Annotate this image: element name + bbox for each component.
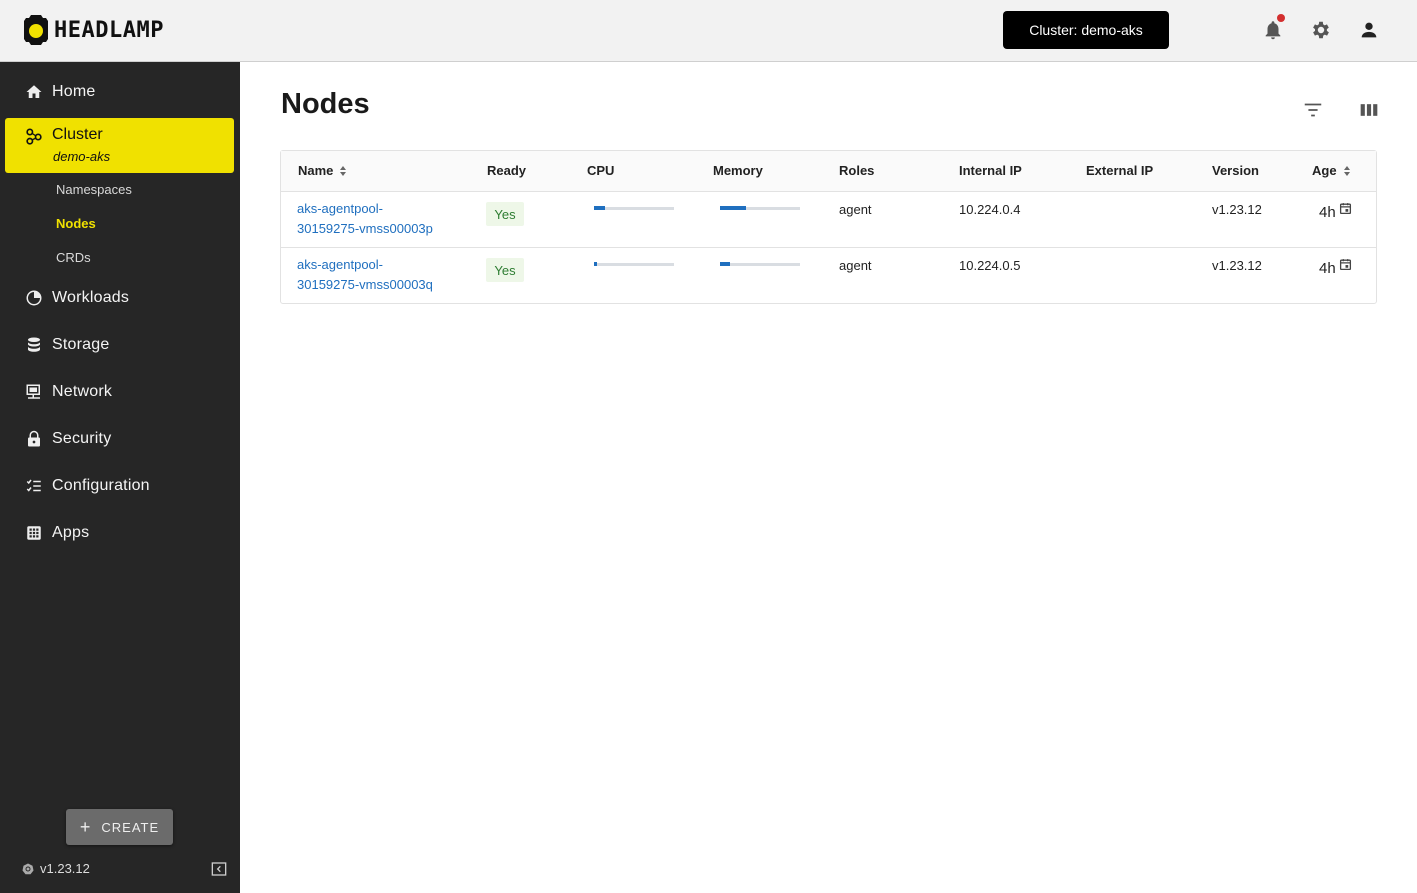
column-label: Name	[298, 163, 334, 178]
sort-icon	[340, 165, 347, 176]
node-roles: agent	[839, 202, 872, 217]
gear-icon	[1313, 21, 1329, 39]
column-header-age[interactable]: Age	[1312, 163, 1351, 178]
column-header-ready[interactable]: Ready	[487, 163, 526, 178]
sidebar-item-cluster[interactable]: Cluster demo-aks	[5, 118, 234, 173]
user-menu-button[interactable]	[1356, 17, 1382, 43]
cluster-name: demo-aks	[53, 149, 111, 164]
column-header-external-ip[interactable]: External IP	[1086, 163, 1153, 178]
sidebar-item-apps[interactable]: Apps	[0, 513, 240, 553]
ready-badge: Yes	[486, 258, 524, 282]
node-age-value: 4h	[1319, 204, 1336, 221]
plus-icon: +	[79, 817, 92, 837]
node-internal-ip: 10.224.0.4	[959, 202, 1021, 217]
nodes-table: Name Ready CPU Memory Roles Internal IP …	[280, 150, 1377, 304]
node-name-link[interactable]: aks-agentpool- 30159275-vmss00003p	[297, 199, 433, 239]
sidebar-item-label: Storage	[52, 336, 110, 353]
node-name-line: aks-agentpool-	[297, 201, 383, 216]
table-header: Name Ready CPU Memory Roles Internal IP …	[281, 151, 1376, 192]
sidebar-item-label: Home	[52, 83, 96, 100]
filter-button[interactable]	[1302, 100, 1324, 120]
cpu-usage-bar	[594, 206, 674, 210]
notification-dot	[1277, 14, 1285, 22]
cpu-usage-fill	[594, 262, 598, 266]
sidebar-item-label: Configuration	[52, 477, 150, 494]
home-icon	[24, 82, 44, 102]
node-age: 4h	[1319, 258, 1352, 277]
memory-usage-fill	[720, 206, 747, 210]
column-header-memory[interactable]: Memory	[713, 163, 763, 178]
node-age-value: 4h	[1319, 260, 1336, 277]
lock-icon	[24, 429, 44, 449]
columns-button[interactable]	[1359, 100, 1381, 120]
create-label: CREATE	[101, 819, 160, 835]
kubernetes-icon	[22, 863, 34, 874]
bell-icon	[1265, 21, 1281, 40]
calendar-icon	[1339, 203, 1351, 215]
node-version: v1.23.12	[1212, 202, 1262, 217]
sidebar-subitem-nodes[interactable]: Nodes	[56, 216, 96, 231]
create-button[interactable]: + CREATE	[66, 809, 173, 845]
memory-usage-bar	[720, 262, 800, 266]
sort-icon	[1343, 165, 1350, 176]
column-header-roles[interactable]: Roles	[839, 163, 874, 178]
column-header-name[interactable]: Name	[298, 163, 347, 178]
version-info: v1.23.12	[22, 861, 90, 876]
cpu-usage-bar	[594, 262, 674, 266]
column-label: Age	[1312, 163, 1337, 178]
sidebar-item-configuration[interactable]: Configuration	[0, 466, 240, 506]
sidebar-item-network[interactable]: Network	[0, 372, 240, 412]
sidebar-item-workloads[interactable]: Workloads	[0, 278, 240, 318]
headlamp-logo[interactable]: HEADLAMP	[22, 13, 164, 47]
sidebar-subitem-namespaces[interactable]: Namespaces	[56, 182, 132, 197]
page-title: Nodes	[281, 88, 370, 120]
node-version: v1.23.12	[1212, 258, 1262, 273]
node-name-line: aks-agentpool-	[297, 257, 383, 272]
collapse-sidebar-button[interactable]	[211, 861, 227, 877]
memory-usage-bar	[720, 206, 800, 210]
node-internal-ip: 10.224.0.5	[959, 258, 1021, 273]
sidebar-item-security[interactable]: Security	[0, 419, 240, 459]
workloads-icon	[24, 288, 44, 308]
storage-icon	[24, 335, 44, 355]
cluster-selector-button[interactable]: Cluster: demo-aks	[1003, 11, 1169, 49]
sidebar-item-label: Apps	[52, 524, 90, 541]
node-name-line: 30159275-vmss00003q	[297, 277, 433, 292]
columns-icon	[1360, 104, 1378, 116]
settings-button[interactable]	[1308, 17, 1334, 43]
column-header-cpu[interactable]: CPU	[587, 163, 614, 178]
column-header-version[interactable]: Version	[1212, 163, 1259, 178]
sidebar-item-label: Cluster	[52, 126, 103, 143]
sidebar-item-label: Network	[52, 383, 113, 400]
node-name-line: 30159275-vmss00003p	[297, 221, 433, 236]
apps-icon	[24, 523, 44, 543]
table-row: aks-agentpool- 30159275-vmss00003p Yes a…	[281, 192, 1376, 248]
calendar-icon	[1339, 259, 1351, 271]
version-text: v1.23.12	[40, 861, 90, 876]
sidebar-item-label: Workloads	[52, 289, 130, 306]
sidebar-item-storage[interactable]: Storage	[0, 325, 240, 365]
filter-icon	[1304, 103, 1322, 117]
ready-badge: Yes	[486, 202, 524, 226]
sidebar-item-label: Security	[52, 430, 112, 447]
logo-text: HEADLAMP	[54, 17, 164, 43]
top-bar: HEADLAMP Cluster: demo-aks	[0, 0, 1417, 62]
sidebar-subitem-crds[interactable]: CRDs	[56, 250, 91, 265]
configuration-icon	[24, 476, 44, 496]
node-name-link[interactable]: aks-agentpool- 30159275-vmss00003q	[297, 255, 433, 295]
table-row: aks-agentpool- 30159275-vmss00003q Yes a…	[281, 248, 1376, 304]
node-age: 4h	[1319, 202, 1352, 221]
headlamp-logo-icon	[22, 13, 50, 47]
sidebar-item-home[interactable]: Home	[0, 72, 240, 112]
node-roles: agent	[839, 258, 872, 273]
cluster-icon	[24, 127, 44, 147]
user-icon	[1361, 22, 1377, 38]
cpu-usage-fill	[594, 206, 606, 210]
column-header-internal-ip[interactable]: Internal IP	[959, 163, 1022, 178]
notifications-button[interactable]	[1260, 14, 1286, 43]
network-icon	[24, 382, 44, 402]
sidebar: Home Cluster demo-aks Namespaces Nodes C…	[0, 62, 240, 893]
collapse-icon	[211, 862, 227, 876]
memory-usage-fill	[720, 262, 730, 266]
